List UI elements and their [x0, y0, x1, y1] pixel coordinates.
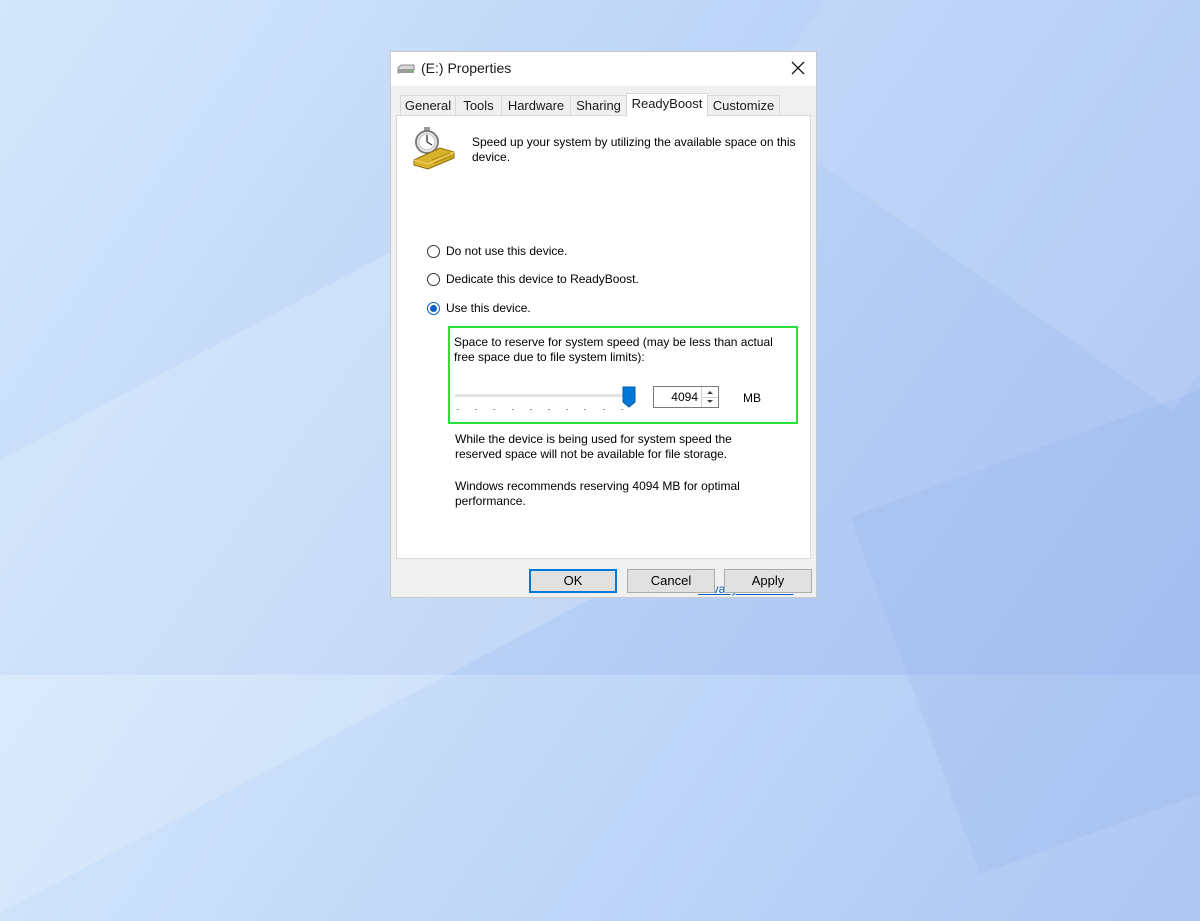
radio-button[interactable]: [427, 273, 440, 286]
unit-label: MB: [743, 391, 761, 405]
tab-sharing[interactable]: Sharing: [570, 95, 627, 115]
cancel-button[interactable]: Cancel: [627, 569, 715, 593]
stopwatch-icon: [413, 127, 455, 170]
radio-button[interactable]: [427, 245, 440, 258]
stepper-buttons: [701, 387, 718, 407]
tab-hardware[interactable]: Hardware: [501, 95, 571, 115]
slider-tick: [602, 409, 605, 410]
slider-tick: [584, 409, 587, 410]
apply-button[interactable]: Apply: [724, 569, 812, 593]
ok-button[interactable]: OK: [529, 569, 617, 593]
slider-tick: [511, 409, 514, 410]
readyboost-panel: Speed up your system by utilizing the av…: [396, 115, 811, 596]
space-reserve-label: Space to reserve for system speed (may b…: [454, 335, 773, 364]
background-shape: [850, 345, 1200, 875]
slider-thumb[interactable]: [622, 386, 636, 408]
chevron-down-icon[interactable]: [702, 397, 718, 407]
storage-info-text: While the device is being used for syste…: [455, 432, 732, 461]
radio-dedicate[interactable]: Dedicate this device to ReadyBoost.: [427, 272, 657, 290]
intro-text: Speed up your system by utilizing the av…: [472, 135, 796, 164]
radio-use-device[interactable]: Use this device.: [427, 301, 547, 319]
space-input[interactable]: [654, 387, 702, 407]
slider-tick: [457, 409, 459, 410]
slider-tick: [620, 409, 623, 410]
tab-general[interactable]: General: [400, 95, 456, 115]
close-icon[interactable]: [786, 56, 810, 80]
window-title: (E:) Properties: [421, 60, 512, 76]
radio-label: Use this device.: [446, 301, 531, 315]
radio-label: Dedicate this device to ReadyBoost.: [446, 272, 639, 286]
recommendation-text: Windows recommends reserving 4094 MB for…: [455, 479, 740, 508]
properties-dialog: (E:) Properties General Tools Hardware S…: [390, 51, 817, 598]
tab-readyboost[interactable]: ReadyBoost: [626, 93, 708, 117]
title-bar[interactable]: (E:) Properties: [391, 52, 816, 86]
radio-do-not-use[interactable]: Do not use this device.: [427, 244, 587, 262]
space-stepper[interactable]: [653, 386, 719, 408]
slider-tick: [475, 409, 478, 410]
slider-tick: [529, 409, 532, 410]
slider-tick: [548, 409, 550, 410]
radio-button-selected[interactable]: [427, 302, 440, 315]
tab-customize[interactable]: Customize: [707, 95, 780, 115]
slider-track[interactable]: [455, 394, 632, 397]
radio-label: Do not use this device.: [446, 244, 568, 258]
slider-tick: [493, 409, 496, 410]
drive-icon: [397, 64, 415, 74]
tab-tools[interactable]: Tools: [455, 95, 502, 115]
slider-tick: [566, 409, 569, 410]
